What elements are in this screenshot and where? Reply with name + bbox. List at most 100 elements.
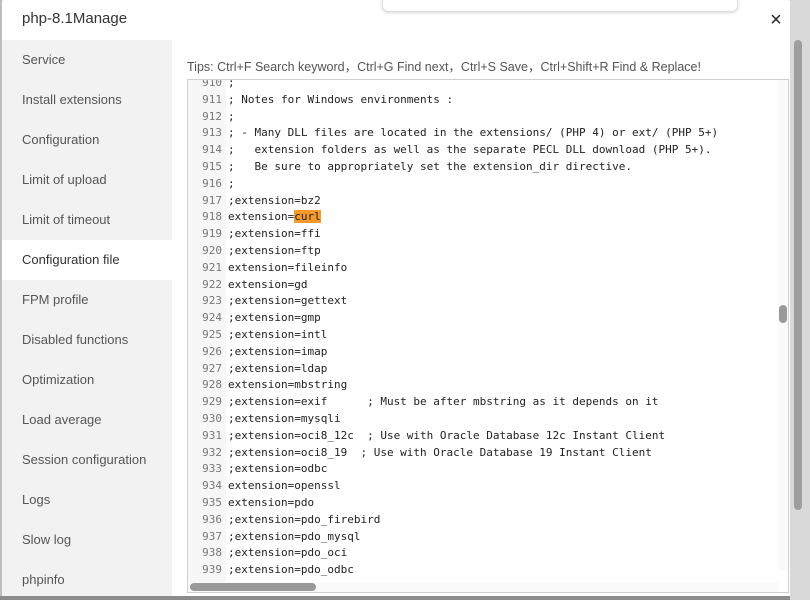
- editor-vertical-scrollbar[interactable]: [778, 80, 788, 570]
- code-line[interactable]: 928 extension=mbstring: [188, 377, 778, 394]
- code-text[interactable]: extension=mbstring: [228, 378, 347, 391]
- code-text[interactable]: ;extension=gmp: [228, 311, 321, 324]
- sidebar-item-load-average[interactable]: Load average: [2, 400, 172, 440]
- code-text[interactable]: ;extension=oci8_19 ; Use with Oracle Dat…: [228, 446, 652, 459]
- code-line[interactable]: 922 extension=gd: [188, 277, 778, 294]
- code-text[interactable]: ;: [228, 110, 235, 123]
- sidebar-item-configuration[interactable]: Configuration: [2, 120, 172, 160]
- code-text[interactable]: ;extension=pdo_mysql: [228, 530, 360, 543]
- code-text[interactable]: extension=pdo: [228, 496, 314, 509]
- sidebar-item-limit-of-upload[interactable]: Limit of upload: [2, 160, 172, 200]
- code-text[interactable]: ;extension=gettext: [228, 294, 347, 307]
- code-text[interactable]: extension=fileinfo: [228, 261, 347, 274]
- code-line[interactable]: 937 ;extension=pdo_mysql: [188, 529, 778, 546]
- code-line[interactable]: 917 ;extension=bz2: [188, 193, 778, 210]
- code-text[interactable]: ;extension=pdo_firebird: [228, 513, 380, 526]
- page-scroll-thumb[interactable]: [794, 40, 802, 510]
- sidebar-item-logs[interactable]: Logs: [2, 480, 172, 520]
- line-number: 928: [202, 378, 222, 392]
- code-text[interactable]: ;extension=mysqli: [228, 412, 341, 425]
- sidebar-item-slow-log[interactable]: Slow log: [2, 520, 172, 560]
- code-text[interactable]: ;extension=pdo_oci: [228, 546, 347, 559]
- sidebar-item-configuration-file[interactable]: Configuration file: [2, 240, 172, 280]
- code-line[interactable]: 927 ;extension=ldap: [188, 361, 778, 378]
- sidebar-item-fpm-profile[interactable]: FPM profile: [2, 280, 172, 320]
- line-number: 933: [202, 462, 222, 476]
- code-line[interactable]: 935 extension=pdo: [188, 495, 778, 512]
- code-text[interactable]: ;extension=imap: [228, 345, 327, 358]
- code-line[interactable]: 939 ;extension=pdo_odbc: [188, 562, 778, 579]
- code-line[interactable]: 934 extension=openssl: [188, 478, 778, 495]
- code-lines[interactable]: 910; 911; Notes for Windows environments …: [188, 79, 778, 579]
- editor-horizontal-scrollbar[interactable]: [188, 582, 778, 592]
- code-text[interactable]: ;extension=oci8_12c ; Use with Oracle Da…: [228, 429, 665, 442]
- line-number: 922: [202, 277, 222, 291]
- line-number: 939: [202, 563, 222, 577]
- line-number: 923: [202, 294, 222, 308]
- code-line[interactable]: 919 ;extension=ffi: [188, 226, 778, 243]
- code-line[interactable]: 910;: [188, 79, 778, 92]
- code-text[interactable]: ;extension=bz2: [228, 194, 321, 207]
- code-line[interactable]: 924 ;extension=gmp: [188, 310, 778, 327]
- code-text[interactable]: extension=openssl: [228, 479, 341, 492]
- line-number: 937: [202, 529, 222, 543]
- line-number: 931: [202, 428, 222, 442]
- code-text[interactable]: extension=gd: [228, 278, 307, 291]
- code-text[interactable]: ;extension=ffi: [228, 227, 321, 240]
- page-scrollbar[interactable]: [790, 0, 810, 600]
- code-text[interactable]: extension=: [228, 210, 294, 223]
- code-text[interactable]: ;extension=pdo_odbc: [228, 563, 354, 576]
- code-text[interactable]: ;: [228, 80, 235, 89]
- sidebar-item-disabled-functions[interactable]: Disabled functions: [2, 320, 172, 360]
- sidebar-item-phpinfo[interactable]: phpinfo: [2, 560, 172, 600]
- code-text[interactable]: ;extension=ldap: [228, 362, 327, 375]
- code-line[interactable]: 923 ;extension=gettext: [188, 293, 778, 310]
- code-line[interactable]: 918 extension=curl: [188, 209, 778, 226]
- code-line[interactable]: 913 ; - Many DLL files are located in the…: [188, 125, 778, 142]
- code-line[interactable]: 932 ;extension=oci8_19 ; Use with Oracle …: [188, 445, 778, 462]
- code-line[interactable]: 929 ;extension=exif ; Must be after mbstr…: [188, 394, 778, 411]
- code-text[interactable]: ;extension=exif ; Must be after mbstring…: [228, 395, 658, 408]
- code-line[interactable]: 921 extension=fileinfo: [188, 260, 778, 277]
- sidebar-item-service[interactable]: Service: [2, 40, 172, 80]
- code-line[interactable]: 931 ;extension=oci8_12c ; Use with Oracle…: [188, 428, 778, 445]
- code-text[interactable]: ; - Many DLL files are located in the ex…: [228, 126, 718, 139]
- code-editor[interactable]: 910; 911; Notes for Windows environments …: [187, 79, 789, 593]
- tips-text: Tips: Ctrl+F Search keyword，Ctrl+G Find …: [187, 60, 701, 74]
- code-line[interactable]: 916;: [188, 176, 778, 193]
- sidebar-item-session-configuration[interactable]: Session configuration: [2, 440, 172, 480]
- code-line[interactable]: 938 ;extension=pdo_oci: [188, 545, 778, 562]
- code-line[interactable]: 911 ; Notes for Windows environments :: [188, 92, 778, 109]
- code-line[interactable]: 915 ; Be sure to appropriately set the ex…: [188, 159, 778, 176]
- code-line[interactable]: 930 ;extension=mysqli: [188, 411, 778, 428]
- line-number: 918: [202, 210, 222, 224]
- code-line[interactable]: 920 ;extension=ftp: [188, 243, 778, 260]
- code-text[interactable]: ;extension=ftp: [228, 244, 321, 257]
- sidebar-item-optimization[interactable]: Optimization: [2, 360, 172, 400]
- code-line[interactable]: 926 ;extension=imap: [188, 344, 778, 361]
- line-number: 911: [202, 92, 222, 106]
- line-number: 916: [202, 176, 222, 190]
- sidebar-item-install-extensions[interactable]: Install extensions: [2, 80, 172, 120]
- sidebar: Service Install extensions Configuration Li…: [2, 40, 172, 600]
- code-line[interactable]: 933 ;extension=odbc: [188, 461, 778, 478]
- code-line[interactable]: 912;: [188, 109, 778, 126]
- line-number: 912: [202, 109, 222, 123]
- code-text[interactable]: ; Be sure to appropriately set the exten…: [228, 160, 632, 173]
- code-line[interactable]: 936 ;extension=pdo_firebird: [188, 512, 778, 529]
- line-number: 913: [202, 126, 222, 140]
- line-number: 927: [202, 361, 222, 375]
- code-text[interactable]: ; extension folders as well as the separ…: [228, 143, 711, 156]
- close-icon[interactable]: ×: [766, 10, 786, 30]
- editor-vertical-scroll-thumb[interactable]: [779, 305, 787, 323]
- line-number: 910: [202, 79, 222, 89]
- code-text[interactable]: ;extension=intl: [228, 328, 327, 341]
- code-line[interactable]: 914 ; extension folders as well as the se…: [188, 142, 778, 159]
- code-line[interactable]: 925 ;extension=intl: [188, 327, 778, 344]
- page-bottom-edge: [0, 596, 790, 600]
- code-text[interactable]: ;extension=odbc: [228, 462, 327, 475]
- code-text[interactable]: ;: [228, 177, 235, 190]
- sidebar-item-limit-of-timeout[interactable]: Limit of timeout: [2, 200, 172, 240]
- code-text[interactable]: ; Notes for Windows environments :: [228, 93, 453, 106]
- editor-horizontal-scroll-thumb[interactable]: [190, 583, 316, 591]
